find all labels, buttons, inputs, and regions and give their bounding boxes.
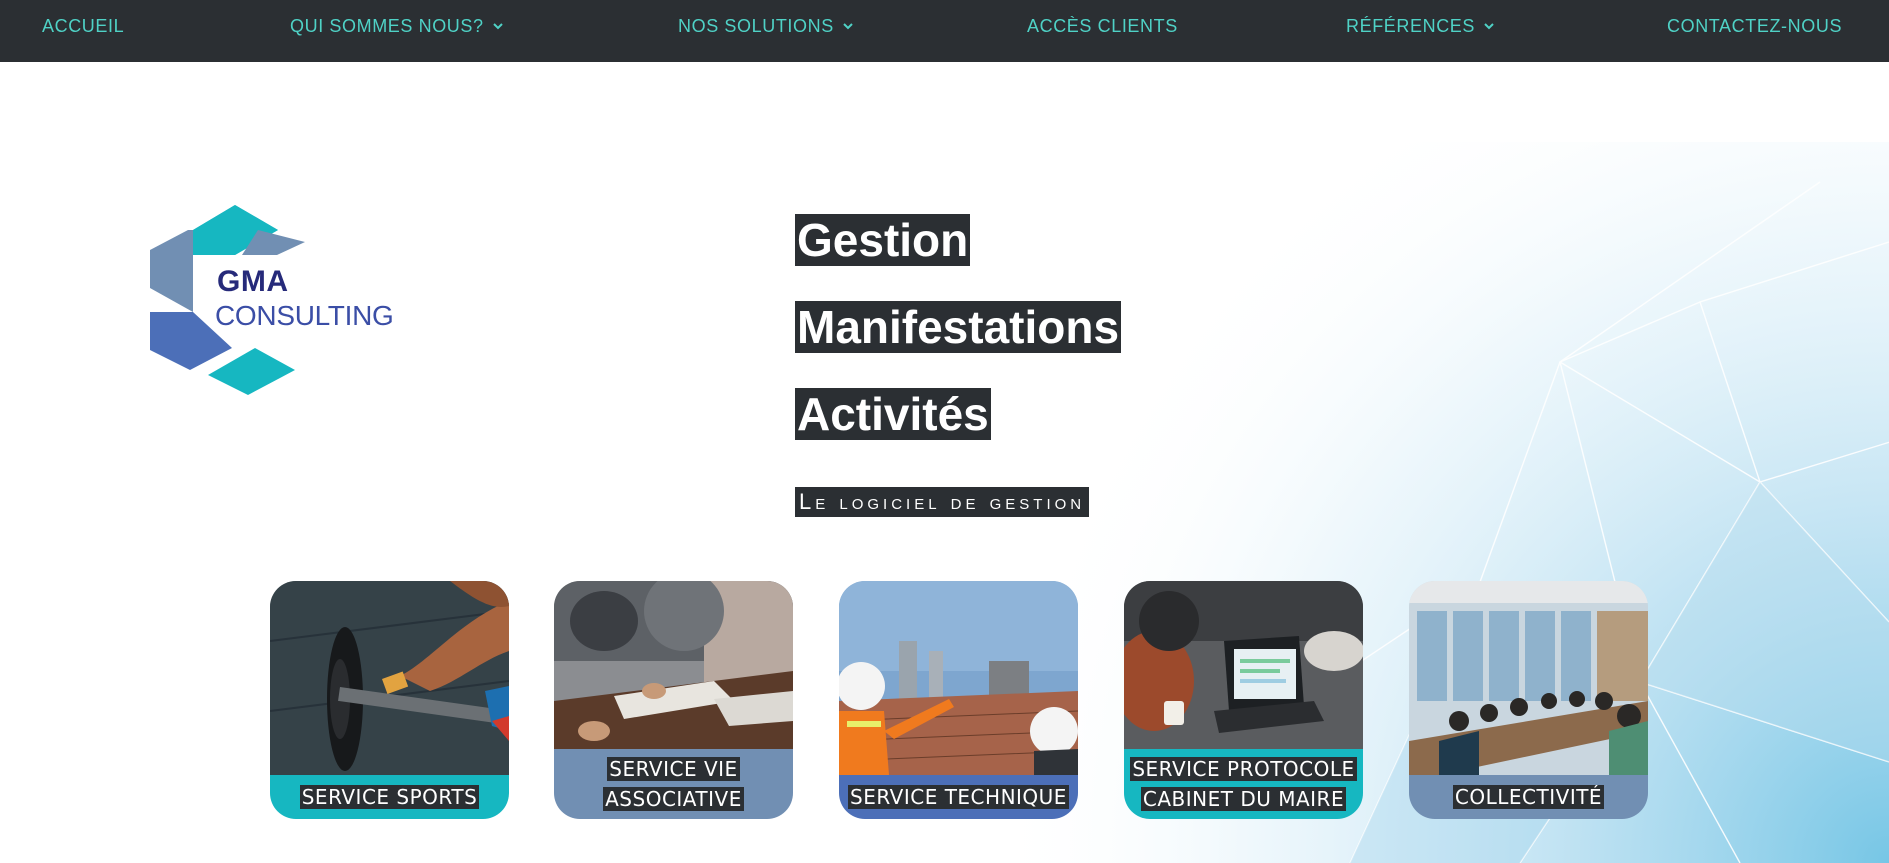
nav-item-label: ACCUEIL (42, 15, 125, 36)
nav-item-accueil[interactable]: ACCUEIL (42, 0, 124, 52)
card-label: SERVICE SPORTS (299, 785, 480, 809)
construction-site-image (839, 581, 1078, 775)
meeting-table-image (554, 581, 793, 749)
chevron-down-icon (1483, 20, 1495, 32)
nav-item-label: NOS SOLUTIONS (678, 15, 834, 36)
logo-text-consulting: CONSULTING (215, 300, 394, 331)
card-label-line2: ASSOCIATIVE (603, 787, 744, 811)
nav-item-label: ACCÈS CLIENTS (1027, 15, 1178, 36)
nav-item-qui-sommes-nous[interactable]: QUI SOMMES NOUS? (290, 0, 504, 52)
nav-item-nos-solutions[interactable]: NOS SOLUTIONS (678, 0, 854, 52)
nav-item-label: QUI SOMMES NOUS? (290, 15, 484, 36)
card-label-band: COLLECTIVITÉ (1409, 775, 1648, 819)
card-label: COLLECTIVITÉ (1452, 785, 1605, 809)
card-service-vie-associative[interactable]: SERVICE VIE ASSOCIATIVE (554, 581, 793, 819)
hero-title-manifestations: Manifestations (795, 301, 1122, 353)
gma-consulting-logo[interactable]: GMA CONSULTING (150, 200, 410, 405)
nav-item-label: CONTACTEZ-NOUS (1667, 15, 1843, 36)
chevron-down-icon (492, 20, 504, 32)
nav-item-label: RÉFÉRENCES (1346, 15, 1476, 36)
weightlifting-image (270, 581, 509, 775)
card-label-line1: SERVICE VIE (607, 757, 740, 781)
chevron-down-icon (842, 20, 854, 32)
card-service-technique[interactable]: SERVICE TECHNIQUE (839, 581, 1078, 819)
card-label-band: SERVICE TECHNIQUE (839, 775, 1078, 819)
card-label-band: SERVICE PROTOCOLE CABINET DU MAIRE (1124, 749, 1363, 819)
top-navigation: ACCUEIL QUI SOMMES NOUS? NOS SOLUTIONS A… (0, 0, 1889, 62)
logo-text-gma: GMA (217, 265, 289, 298)
hero-subtitle: Le logiciel de gestion (795, 487, 1090, 517)
nav-item-contactez-nous[interactable]: CONTACTEZ-NOUS (1667, 0, 1842, 52)
card-label: SERVICE TECHNIQUE (848, 785, 1069, 809)
card-collectivite[interactable]: COLLECTIVITÉ (1409, 581, 1648, 819)
card-label-line1: SERVICE PROTOCOLE (1130, 757, 1357, 781)
conference-room-image (1409, 581, 1648, 775)
card-service-sports[interactable]: SERVICE SPORTS (270, 581, 509, 819)
card-label-line2: CABINET DU MAIRE (1140, 787, 1347, 811)
laptop-meeting-image (1124, 581, 1363, 749)
hero-title-activites: Activités (795, 388, 991, 440)
nav-item-references[interactable]: RÉFÉRENCES (1346, 0, 1495, 52)
card-service-protocole[interactable]: SERVICE PROTOCOLE CABINET DU MAIRE (1124, 581, 1363, 819)
card-label-band: SERVICE VIE ASSOCIATIVE (554, 749, 793, 819)
nav-item-acces-clients[interactable]: ACCÈS CLIENTS (1027, 0, 1178, 52)
card-label-band: SERVICE SPORTS (270, 775, 509, 819)
hero-title-gestion: Gestion (795, 214, 971, 266)
